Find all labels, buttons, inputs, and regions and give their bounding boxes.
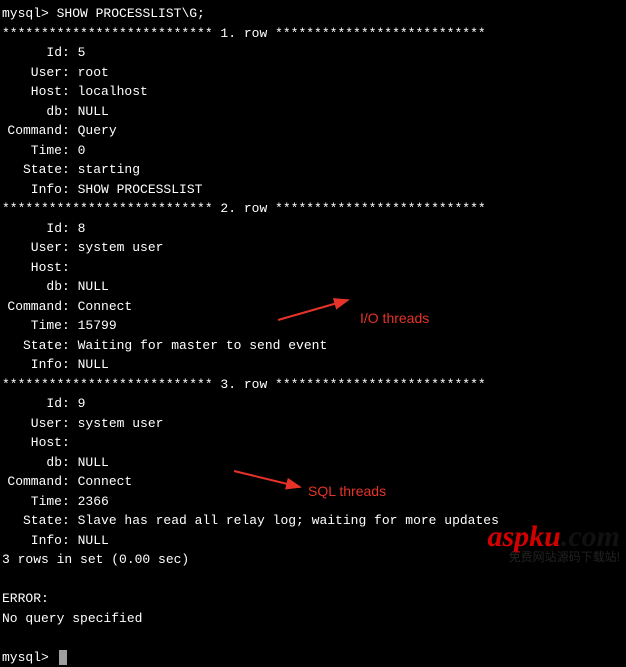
row3-user: User: system user — [2, 414, 626, 434]
value-host: localhost — [78, 84, 148, 99]
value-user: root — [78, 65, 109, 80]
prompt-line[interactable]: mysql> SHOW PROCESSLIST\G; — [2, 4, 626, 24]
watermark: aspku.com 免费网站源码下载站! — [487, 523, 620, 566]
row1-user: User: root — [2, 63, 626, 83]
label-user: User — [2, 63, 62, 83]
watermark-brand: aspku.com — [487, 523, 620, 550]
row1-db: db: NULL — [2, 102, 626, 122]
label-state: State — [2, 160, 62, 180]
value-id: 5 — [78, 45, 86, 60]
row1-state: State: starting — [2, 160, 626, 180]
value-command: Query — [78, 123, 117, 138]
row-header-2: *************************** 2. row *****… — [2, 199, 626, 219]
row1-info: Info: SHOW PROCESSLIST — [2, 180, 626, 200]
row1-id: Id: 5 — [2, 43, 626, 63]
row1-time: Time: 0 — [2, 141, 626, 161]
mysql-prompt: mysql> — [2, 650, 49, 665]
row3-id: Id: 9 — [2, 394, 626, 414]
row1-command: Command: Query — [2, 121, 626, 141]
blank-line-2 — [2, 628, 626, 648]
value-state: starting — [78, 162, 140, 177]
label-db: db — [2, 102, 62, 122]
terminal-output: mysql> SHOW PROCESSLIST\G; *************… — [2, 4, 626, 667]
arrow-icon — [276, 294, 356, 324]
row2-user: User: system user — [2, 238, 626, 258]
label-id: Id — [2, 43, 62, 63]
row3-host: Host: — [2, 433, 626, 453]
prompt-line-2[interactable]: mysql> — [2, 648, 626, 667]
row1-host: Host: localhost — [2, 82, 626, 102]
row2-id: Id: 8 — [2, 219, 626, 239]
label-host: Host — [2, 82, 62, 102]
row2-info: Info: NULL — [2, 355, 626, 375]
label-command: Command — [2, 121, 62, 141]
row2-state: State: Waiting for master to send event — [2, 336, 626, 356]
arrow-icon — [232, 465, 308, 493]
label-time: Time — [2, 141, 62, 161]
blank-line — [2, 570, 626, 590]
value-time: 0 — [78, 143, 86, 158]
cursor-icon — [59, 650, 67, 665]
mysql-prompt: mysql> — [2, 6, 49, 21]
label-info: Info — [2, 180, 62, 200]
value-info: SHOW PROCESSLIST — [78, 182, 203, 197]
row2-host: Host: — [2, 258, 626, 278]
annotation-sql-threads: SQL threads — [308, 481, 386, 502]
error-message: No query specified — [2, 609, 626, 629]
entered-command: SHOW PROCESSLIST\G; — [57, 6, 205, 21]
row-header-1: *************************** 1. row *****… — [2, 24, 626, 44]
annotation-io-threads: I/O threads — [360, 308, 429, 329]
row3-db: db: NULL — [2, 453, 626, 473]
value-db: NULL — [78, 104, 109, 119]
row-header-3: *************************** 3. row *****… — [2, 375, 626, 395]
